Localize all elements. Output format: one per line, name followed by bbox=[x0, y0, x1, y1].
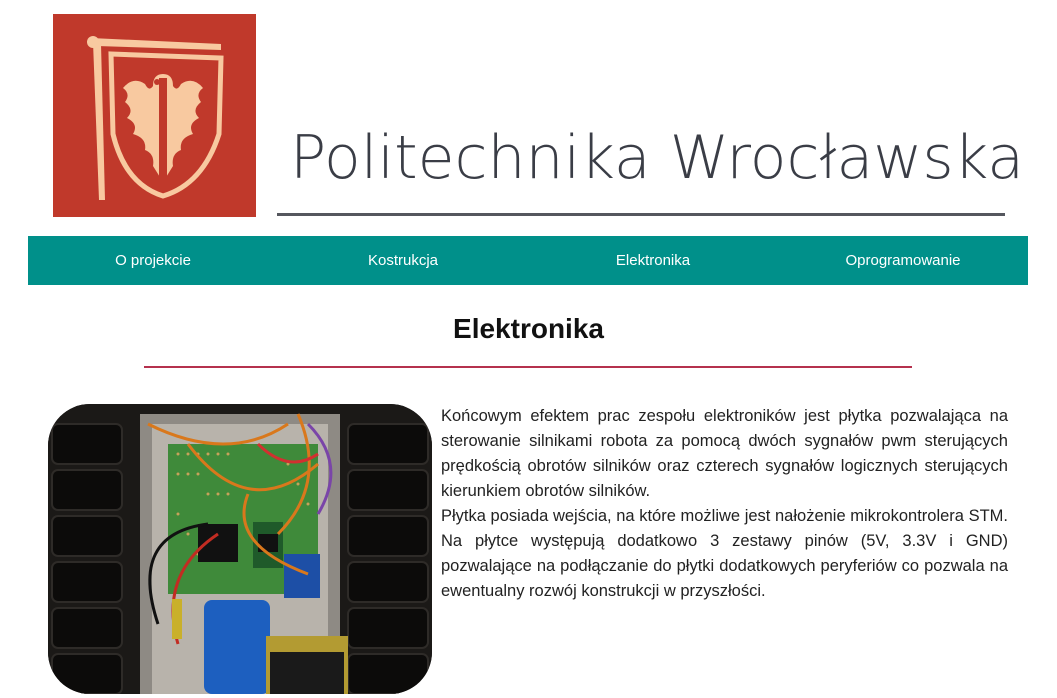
eagle-crest-icon bbox=[53, 14, 256, 217]
site-header: Politechnika Wrocławska bbox=[0, 0, 1057, 236]
electronics-board-photo bbox=[48, 404, 432, 694]
nav-item-oprogramowanie[interactable]: Oprogramowanie bbox=[778, 236, 1028, 285]
university-name: Politechnika Wrocławska bbox=[290, 123, 1025, 193]
nav-item-elektronika[interactable]: Elektronika bbox=[528, 236, 778, 285]
header-divider bbox=[277, 213, 1005, 216]
nav-item-kostrukcja[interactable]: Kostrukcja bbox=[278, 236, 528, 285]
content-text: Końcowym efektem prac zespołu elektronik… bbox=[441, 404, 1008, 604]
title-divider bbox=[144, 366, 912, 368]
content-paragraph: Płytka posiada wejścia, na które możliwe… bbox=[441, 507, 1008, 600]
nav-item-o-projekcie[interactable]: O projekcie bbox=[28, 236, 278, 285]
main-navigation: O projekcie Kostrukcja Elektronika Oprog… bbox=[28, 236, 1028, 285]
content-paragraph: Końcowym efektem prac zespołu elektronik… bbox=[441, 407, 1008, 500]
page-title: Elektronika bbox=[453, 313, 604, 344]
university-logo[interactable] bbox=[53, 14, 256, 217]
